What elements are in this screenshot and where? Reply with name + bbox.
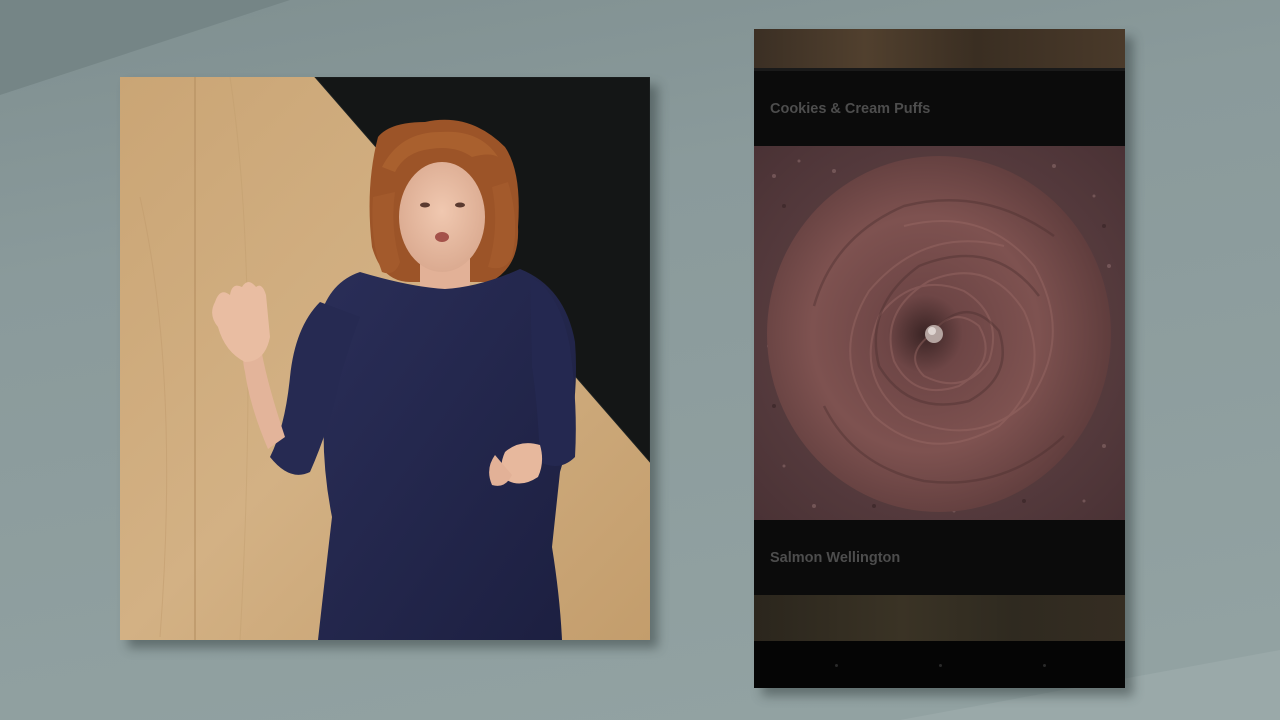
recipe-image-partial-top bbox=[754, 29, 1125, 71]
recipe-title: Cookies & Cream Puffs bbox=[770, 100, 931, 117]
recipe-title: Salmon Wellington bbox=[770, 549, 901, 566]
recipe-image-partial-bottom bbox=[754, 595, 1125, 641]
back-icon[interactable] bbox=[835, 664, 838, 667]
face bbox=[399, 162, 485, 272]
recipe-card-header[interactable]: Cookies & Cream Puffs bbox=[754, 71, 1125, 146]
android-nav-bar bbox=[754, 641, 1125, 688]
speaker-video-frame bbox=[120, 77, 650, 640]
phone-screen: Cookies & Cream Puffs Salmon Wellington bbox=[754, 29, 1125, 688]
speaker-video bbox=[120, 77, 650, 640]
recents-icon[interactable] bbox=[1043, 664, 1046, 667]
home-icon[interactable] bbox=[939, 664, 942, 667]
recipe-image-chocolate-swirl[interactable] bbox=[754, 146, 1125, 520]
recipe-card-header[interactable]: Salmon Wellington bbox=[754, 520, 1125, 595]
